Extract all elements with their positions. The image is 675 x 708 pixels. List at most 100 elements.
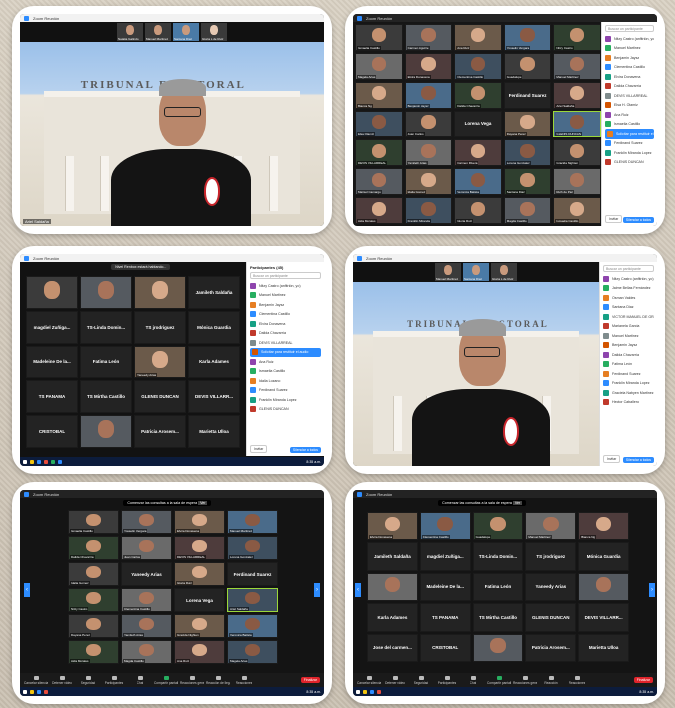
participant-item[interactable]: GLENIS DUNCAN xyxy=(250,405,321,415)
video-tile[interactable]: Juan Carlos xyxy=(121,536,172,560)
video-tile[interactable]: Mónica Guardia xyxy=(188,310,240,344)
participant-item[interactable]: Nitzy Castro (anfitrión, yo) xyxy=(250,281,321,291)
video-tile[interactable]: Bianca Ng xyxy=(355,81,403,109)
video-tile[interactable]: magdiel Zuñiga... xyxy=(419,542,471,571)
video-tile[interactable] xyxy=(80,276,132,309)
thumbnail[interactable]: Manuel Martinez xyxy=(145,23,171,41)
participant-item[interactable]: Elvira Donavena xyxy=(250,319,321,329)
mute-all-button[interactable]: Silenciar a todos xyxy=(622,457,654,463)
participant-item[interactable]: Clementina Castillo xyxy=(250,310,321,320)
video-tile[interactable]: Manuel Martinez xyxy=(227,510,278,534)
prev-page-arrow[interactable]: ‹ xyxy=(24,582,30,597)
video-tile[interactable] xyxy=(472,633,524,662)
video-tile[interactable]: GLENIS DUNCAN xyxy=(553,110,601,138)
video-tile[interactable]: Clementina Castillo xyxy=(454,52,502,80)
video-tile[interactable]: Ferdinand Suarez xyxy=(503,81,552,109)
video-tile[interactable]: Gracida Nighten xyxy=(553,139,601,167)
participant-item[interactable]: VICTOR MANUEL DE GRACIA M... xyxy=(603,312,654,322)
video-tile[interactable]: DEVIS VILLARR... xyxy=(188,380,240,414)
participant-item[interactable]: Benjamin Jaysz xyxy=(605,53,654,63)
mute-all-button[interactable]: Silenciar a todos xyxy=(622,217,654,223)
video-tile[interactable]: Elvira Donavena xyxy=(404,52,453,80)
participant-item[interactable]: Ferdinand Suarez xyxy=(603,369,654,379)
control-button[interactable]: Compartir pantalla xyxy=(154,675,178,685)
video-tile[interactable]: Ariel Saldaña xyxy=(553,81,601,109)
video-tile[interactable]: magdiel Zuñiga... xyxy=(26,310,78,344)
participant-item[interactable]: Jaime Bellas Fernández xyxy=(603,284,654,294)
video-tile[interactable]: Ana Ruiz xyxy=(174,640,225,664)
video-tile[interactable]: Marisol Camargo xyxy=(355,168,403,196)
video-tile[interactable]: Veronica Batista xyxy=(454,168,502,196)
video-tile[interactable]: GLENIS DUNCAN xyxy=(525,603,577,632)
participant-item[interactable]: Solicitar para restituir el audio xyxy=(605,129,654,139)
video-tile[interactable]: Juan Carlos xyxy=(404,110,453,138)
prev-page-arrow[interactable]: ‹ xyxy=(355,582,361,597)
video-tile[interactable]: Guadalupe xyxy=(503,52,552,80)
video-tile[interactable]: Lorena Gonzalez xyxy=(503,139,552,167)
participant-item[interactable]: Hector Caballero xyxy=(603,398,654,408)
video-tile[interactable]: Franklin Miranda xyxy=(404,197,453,224)
next-page-arrow[interactable]: › xyxy=(314,582,320,597)
video-tile[interactable]: Manuel Martinez xyxy=(553,52,601,80)
video-tile[interactable]: Fatima León xyxy=(80,345,132,379)
participant-item[interactable]: Fatima León xyxy=(603,360,654,370)
participant-item[interactable]: Benjamin Jaysz xyxy=(603,341,654,351)
control-button[interactable]: Detener video xyxy=(383,675,407,685)
next-page-arrow[interactable]: › xyxy=(649,582,655,597)
video-tile[interactable]: Elvira Donavena xyxy=(174,510,225,534)
video-tile[interactable]: Ismaelia Castillo xyxy=(68,510,119,534)
video-tile[interactable]: Ruth de Paz xyxy=(553,168,601,196)
video-tile[interactable]: Ismaelia Castillo xyxy=(553,197,601,224)
participant-item[interactable]: Nitzy Castro (anfitrión, yo) xyxy=(603,274,654,284)
control-button[interactable]: Reacciones xyxy=(565,675,589,685)
video-tile[interactable]: Lorena Vega xyxy=(174,588,225,612)
video-tile[interactable]: Yamileth Arias xyxy=(404,139,453,167)
control-button[interactable]: Reacciones generales xyxy=(180,675,204,685)
participant-item[interactable]: Ferdinand Suarez xyxy=(605,139,654,149)
thumbnail[interactable]: Natalia Galindo xyxy=(117,23,143,41)
video-tile[interactable]: Patricia Arosem... xyxy=(134,415,186,448)
control-button[interactable]: Seguridad xyxy=(76,675,100,685)
video-tile[interactable] xyxy=(578,572,629,602)
participant-item[interactable]: Solicitar para restituir el audio xyxy=(250,347,321,357)
video-tile[interactable]: Yaneedy Arias xyxy=(121,562,172,586)
video-tile[interactable]: TS jrodriguez xyxy=(134,310,186,344)
video-tile[interactable]: Magela Arias xyxy=(355,52,403,80)
video-tile[interactable]: Lorena Vega xyxy=(454,110,502,138)
participant-item[interactable]: Manuel Martinez xyxy=(250,291,321,301)
video-tile[interactable]: Dalida Chavarría xyxy=(68,536,119,560)
end-meeting-button[interactable]: Finalizar xyxy=(633,677,653,683)
video-tile[interactable]: Ferdinand Suarez xyxy=(227,562,278,586)
video-tile[interactable]: Veronica Batista xyxy=(227,614,278,638)
invite-button[interactable]: Invitar xyxy=(250,445,268,453)
participant-search-input[interactable]: Buscar un participante xyxy=(250,272,321,279)
video-tile[interactable]: Idalia Gomez xyxy=(68,562,119,586)
control-button[interactable]: Participantes xyxy=(435,675,459,685)
video-tile[interactable]: Madeleine De la... xyxy=(26,345,78,379)
video-tile[interactable]: Guadalupe xyxy=(472,512,524,541)
participant-item[interactable]: Ana Ruiz xyxy=(250,357,321,367)
participant-item[interactable]: Franklin Miranda Lopez xyxy=(250,395,321,405)
control-button[interactable]: Cancelar silenciar audio xyxy=(24,675,48,685)
video-tile[interactable]: Yosselin Vergara xyxy=(121,510,172,534)
control-button[interactable]: Reacciones generales xyxy=(513,675,537,685)
video-tile[interactable]: Patricia Arosem... xyxy=(525,633,577,662)
video-tile[interactable] xyxy=(26,276,78,309)
video-tile[interactable]: Nitzy Castro xyxy=(553,24,601,51)
participant-item[interactable]: DEVIS VILLARREAL xyxy=(250,338,321,348)
participant-item[interactable]: Franklin Miranda Lopez xyxy=(605,148,654,158)
video-tile[interactable]: Lorena Gonzalez xyxy=(227,536,278,560)
view-button[interactable]: Ver xyxy=(198,501,208,505)
participant-item[interactable]: Clementina Castillo xyxy=(605,63,654,73)
video-tile[interactable]: Carmen Rivera xyxy=(454,139,502,167)
participant-item[interactable]: Franklin Miranda Lopez xyxy=(603,379,654,389)
video-tile[interactable]: Yaneedy Arias xyxy=(134,345,186,379)
participant-item[interactable]: Ferdinand Suarez xyxy=(250,386,321,396)
end-meeting-button[interactable]: Finalizar xyxy=(300,677,320,683)
control-button[interactable]: Seguridad xyxy=(409,675,433,685)
video-tile[interactable]: Ana Ruiz xyxy=(454,24,502,51)
view-button[interactable]: Ver xyxy=(512,501,523,505)
video-tile[interactable]: TS PANAMA xyxy=(26,380,78,414)
mute-all-button[interactable]: Silenciar a todos xyxy=(289,447,321,453)
participant-item[interactable]: Dalida Chavarría xyxy=(250,329,321,339)
